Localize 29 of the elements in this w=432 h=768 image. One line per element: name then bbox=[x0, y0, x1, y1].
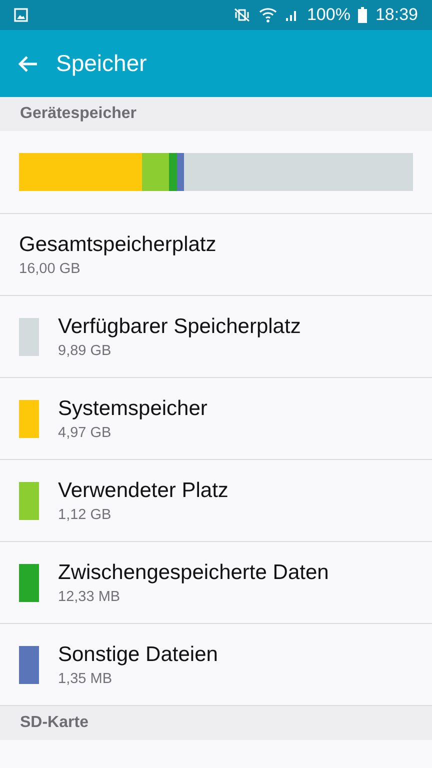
item-label: Sonstige Dateien bbox=[58, 642, 218, 666]
back-arrow-icon bbox=[18, 54, 38, 72]
item-value: 4,97 GB bbox=[58, 424, 112, 440]
item-label: Systemspeicher bbox=[58, 396, 208, 420]
section-title: SD-Karte bbox=[20, 714, 88, 732]
battery-percentage: 100% bbox=[306, 5, 350, 25]
item-value: 1,12 GB bbox=[58, 506, 112, 522]
clock-time: 18:39 bbox=[375, 5, 418, 25]
list-item[interactable]: Gesamtspeicherplatz 16,00 GB bbox=[0, 214, 432, 296]
list-item[interactable]: Verfügbarer Speicherplatz 9,89 GB bbox=[0, 296, 432, 378]
item-label: Gesamtspeicherplatz bbox=[19, 232, 216, 256]
item-label: Verfügbarer Speicherplatz bbox=[58, 314, 301, 338]
vibrate-mute-icon bbox=[232, 8, 251, 22]
signal-icon bbox=[284, 8, 299, 22]
item-value: 12,33 MB bbox=[58, 588, 122, 604]
section-title: Gerätespeicher bbox=[20, 105, 137, 123]
item-value: 1,35 MB bbox=[58, 670, 113, 686]
back-button[interactable] bbox=[18, 54, 38, 72]
item-label: Zwischengespeicherte Daten bbox=[58, 560, 329, 584]
list-item[interactable]: Systemspeicher 4,97 GB bbox=[0, 378, 432, 460]
list-item[interactable]: Zwischengespeicherte Daten 12,33 MB bbox=[0, 542, 432, 624]
image-icon bbox=[14, 8, 28, 22]
item-value: 9,89 GB bbox=[58, 342, 112, 358]
item-value: 16,00 GB bbox=[19, 260, 82, 276]
wifi-icon bbox=[258, 7, 277, 23]
item-label: Verwendeter Platz bbox=[58, 478, 228, 502]
screen-title: Speicher bbox=[56, 50, 147, 77]
battery-icon bbox=[358, 7, 368, 23]
list-item[interactable]: Verwendeter Platz 1,12 GB bbox=[0, 460, 432, 542]
